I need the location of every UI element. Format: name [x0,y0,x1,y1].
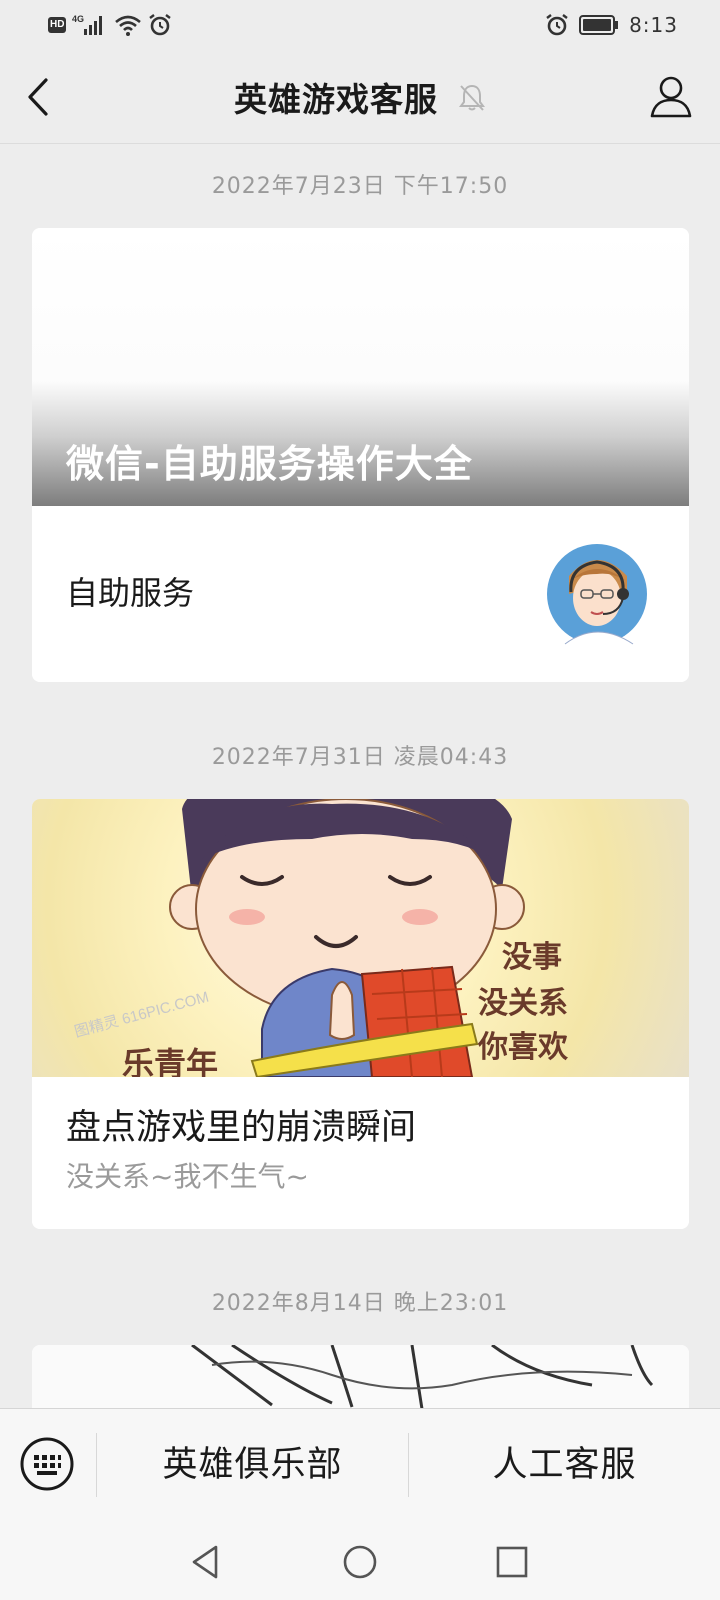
profile-icon [650,76,692,118]
network-type-label: 4G [72,14,84,24]
article-cover[interactable]: 微信-自助服务操作大全 [32,228,689,506]
cover-caption-1: 没事 [502,940,562,975]
nav-recents-button[interactable] [492,1542,532,1582]
article-title: 盘点游戏里的崩溃瞬间 [66,1108,417,1148]
message-timestamp: 2022年7月23日 下午17:50 [211,174,509,199]
battery-icon [579,15,619,35]
hd-icon: HD [48,17,67,33]
article-sub-title: 自助服务 [66,574,195,612]
sketch-image [191,1345,654,1408]
wifi-icon [115,15,142,36]
article-sub-item[interactable]: 自助服务 [32,506,689,682]
clock-time: 8:13 [629,13,678,37]
article-description: 没关系~我不生气~ [66,1160,309,1193]
signal-icon: 4G [72,14,103,35]
cover-caption-3: 你喜欢 [477,1030,569,1065]
article-body[interactable]: 盘点游戏里的崩溃瞬间 没关系~我不生气~ [32,1077,689,1229]
keyboard-icon [20,1437,74,1491]
cover-caption-4: 乐青年 [122,1045,218,1077]
system-nav-bar [0,1520,720,1600]
page-title: 英雄游戏客服 [234,80,438,119]
cover-caption-2: 没关系 [478,986,568,1021]
article-card[interactable]: 微信-自助服务操作大全 自助服务 [32,228,689,682]
nav-recents-icon [496,1546,528,1578]
article-card[interactable] [32,1345,689,1408]
title-bar: 英雄游戏客服 [0,50,720,144]
nav-home-button[interactable] [340,1542,380,1582]
nav-home-icon [343,1545,377,1579]
profile-button[interactable] [648,74,694,120]
status-bar: HD 4G 8:13 [0,0,720,50]
keyboard-toggle-button[interactable] [18,1435,76,1493]
article-card[interactable]: 图精灵 616PIC.COM 没事 没关系 你喜欢 乐青年 盘点游戏里的崩溃瞬间… [32,799,689,1229]
cartoon-boy-praying-image: 图精灵 616PIC.COM 没事 没关系 你喜欢 乐青年 [73,799,569,1077]
article-cover-title: 微信-自助服务操作大全 [66,442,473,486]
message-timestamp: 2022年8月14日 晚上23:01 [211,1291,509,1316]
article-cover[interactable] [32,1345,689,1408]
menu-item-human-service[interactable]: 人工客服 [409,1439,720,1491]
mute-bell-icon [459,84,485,111]
nav-back-icon [192,1545,218,1579]
message-timestamp: 2022年7月31日 凌晨04:43 [211,745,509,770]
customer-service-agent-avatar [541,536,657,652]
menu-item-hero-club[interactable]: 英雄俱乐部 [97,1439,408,1491]
image-watermark: 图精灵 616PIC.COM [73,989,211,1041]
bottom-menu-bar: 英雄俱乐部 人工客服 [0,1408,720,1521]
nav-back-button[interactable] [186,1542,226,1582]
article-cover[interactable]: 图精灵 616PIC.COM 没事 没关系 你喜欢 乐青年 [32,799,689,1077]
alarm-icon [546,14,568,36]
alarm-icon [149,14,172,36]
message-feed[interactable]: 2022年7月23日 下午17:50 微信-自助服务操作大全 自助服务 2022… [0,143,720,1408]
